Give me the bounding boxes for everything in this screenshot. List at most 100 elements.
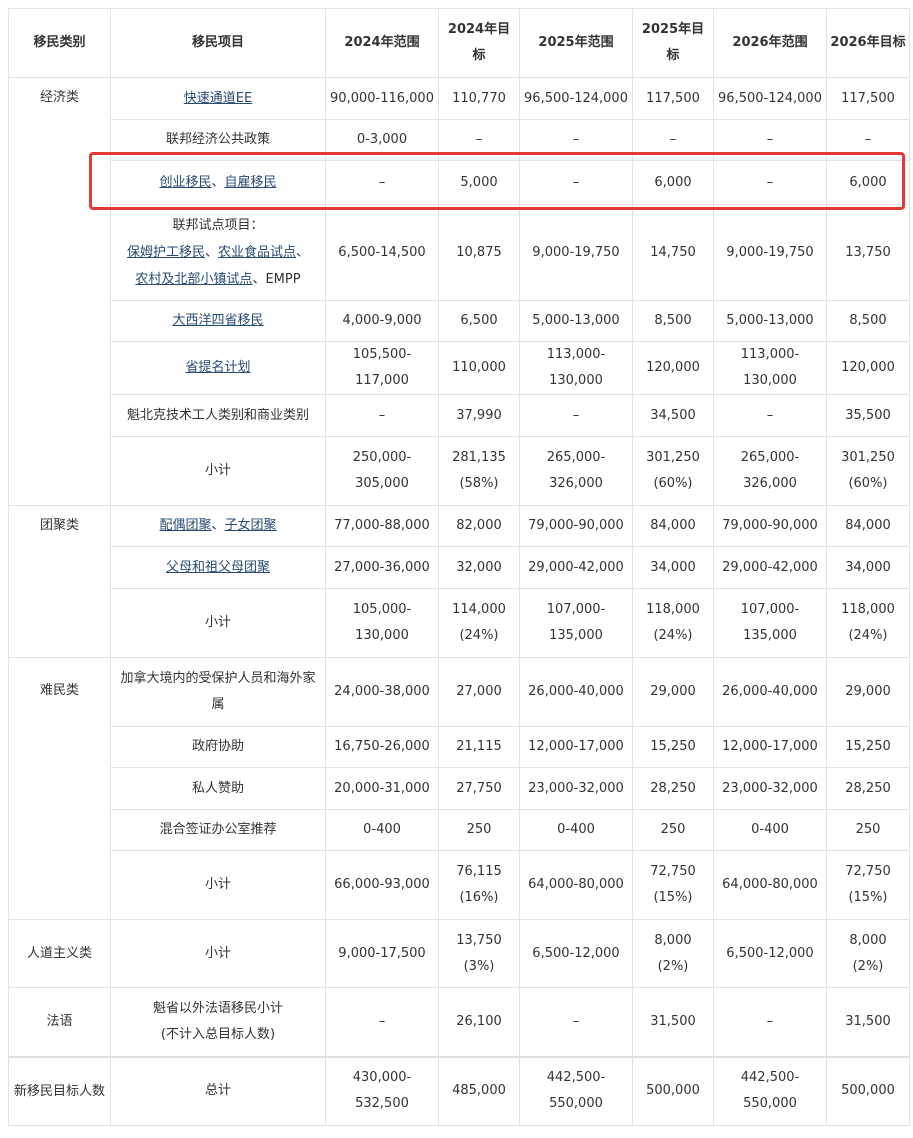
value-line-2: 135,000: [743, 628, 797, 643]
target-2025: 117,500: [632, 77, 714, 120]
value-line-2: 550,000: [743, 1096, 797, 1112]
target-2024: 10,875: [438, 204, 520, 301]
value-line-1: 72,750: [650, 864, 696, 879]
program-cell: 魁省以外法语移民小计 (不计入总目标人数): [110, 987, 326, 1057]
self-employed-link[interactable]: 自雇移民: [225, 175, 277, 190]
range-2025: 12,000-17,000: [519, 726, 633, 768]
range-2024: –: [325, 394, 439, 437]
value-line-2: (24%): [653, 628, 693, 643]
express-entry-link[interactable]: 快速通道EE: [184, 91, 252, 106]
range-2024: –: [325, 160, 439, 205]
subtotal-row: 小计 105,000- 130,000 114,000 (24%) 107,000-…: [9, 588, 910, 658]
atlantic-link[interactable]: 大西洋四省移民: [172, 313, 263, 328]
value-line-1: 442,500-: [546, 1070, 606, 1086]
range-2026: –: [713, 119, 827, 161]
range-2024: 9,000-17,500: [325, 919, 439, 988]
category-label: 经济类: [39, 90, 79, 105]
value-line-1: 107,000-: [546, 602, 606, 617]
table-row: 联邦试点项目： 保姆护工移民、农业食品试点、 农村及北部小镇试点、EMPP 6,…: [9, 204, 910, 301]
header-program: 移民项目: [110, 8, 326, 78]
target-2026: 8,500: [826, 300, 910, 342]
subtotal-label: 小计: [110, 850, 326, 920]
range-2024: 105,500-117,000: [325, 341, 439, 395]
pilots-line-2: 保姆护工移民、农业食品试点、: [114, 239, 322, 266]
target-2024: 76,115 (16%): [438, 850, 520, 920]
pilots-heading: 联邦试点项目：: [172, 218, 264, 233]
startup-visa-link[interactable]: 创业移民: [159, 175, 211, 190]
range-2026: 0-400: [713, 809, 827, 851]
range-2024: 105,000- 130,000: [325, 588, 439, 658]
table-row: 混合签证办公室推荐 0-400 250 0-400 250 0-400 250: [9, 809, 910, 851]
parents-link[interactable]: 父母和祖父母团聚: [166, 560, 270, 575]
target-2024: 13,750 (3%): [438, 919, 520, 988]
range-2024: 0-400: [325, 809, 439, 851]
spouse-link[interactable]: 配偶团聚: [159, 518, 211, 533]
range-2026: 265,000- 326,000: [713, 436, 827, 506]
subtotal-row: 法语 魁省以外法语移民小计 (不计入总目标人数) – 26,100 – 31,50…: [8, 987, 910, 1057]
value-line-2: (2%): [852, 958, 884, 974]
value-line-1: 118,000: [646, 602, 700, 617]
range-2026: –: [713, 987, 827, 1057]
value-line-2: (24%): [848, 628, 888, 643]
target-2025: 8,000 (2%): [632, 919, 714, 988]
category-french: 法语: [8, 987, 111, 1057]
rural-northern-link[interactable]: 农村及北部小镇试点: [135, 272, 252, 287]
target-2024: 21,115: [438, 726, 520, 768]
target-2026: 35,500: [826, 394, 910, 437]
empp-label: EMPP: [265, 272, 301, 287]
range-2025: 113,000-130,000: [519, 341, 633, 395]
target-2025: 14,750: [632, 204, 714, 301]
value-line-2: 130,000: [355, 628, 409, 643]
agri-food-link[interactable]: 农业食品试点: [218, 245, 296, 260]
range-2026: 6,500-12,000: [713, 919, 827, 988]
value-line-1: 265,000-: [740, 450, 800, 465]
value-line-1: 430,000-: [352, 1070, 412, 1086]
program-cell: 省提名计划: [110, 341, 326, 395]
pnp-link[interactable]: 省提名计划: [185, 360, 250, 375]
value-line-1: 250,000-: [352, 450, 412, 465]
range-2024: 6,500-14,500: [325, 204, 439, 301]
children-link[interactable]: 子女团聚: [225, 518, 277, 533]
category-refugee: 难民类: [8, 657, 111, 920]
target-2025: 250: [632, 809, 714, 851]
range-2025: –: [519, 119, 633, 161]
program-cell: 政府协助: [110, 726, 326, 768]
range-2024: 66,000-93,000: [325, 850, 439, 920]
table-row: 魁北克技术工人类别和商业类别 – 37,990 – 34,500 – 35,50…: [9, 394, 910, 437]
range-2024: 16,750-26,000: [325, 726, 439, 768]
value-line-2: (2%): [657, 958, 689, 974]
target-2025: 120,000: [632, 341, 714, 395]
target-2024: 281,135 (58%): [438, 436, 520, 506]
value-line-2: (24%): [459, 628, 499, 643]
range-2026: 442,500- 550,000: [713, 1056, 827, 1126]
subtotal-row: 小计 66,000-93,000 76,115 (16%) 64,000-80,0…: [9, 850, 910, 920]
range-2026: 64,000-80,000: [713, 850, 827, 920]
value-line-2: 326,000: [549, 476, 603, 491]
header-2026-target: 2026年目标: [826, 8, 910, 78]
target-2025: 34,000: [632, 546, 714, 589]
category-total: 新移民目标人数: [8, 1056, 111, 1126]
value-line-1: 301,250: [646, 450, 700, 465]
separator: 、: [204, 245, 218, 260]
table-row: 联邦经济公共政策 0-3,000 – – – – –: [9, 119, 910, 161]
range-2025: 6,500-12,000: [519, 919, 633, 988]
range-2025: 265,000- 326,000: [519, 436, 633, 506]
table-row: 政府协助 16,750-26,000 21,115 12,000-17,000 …: [9, 726, 910, 768]
range-2024: 77,000-88,000: [325, 505, 439, 547]
program-cell: 配偶团聚、子女团聚: [110, 505, 326, 547]
program-cell: 创业移民、自雇移民: [110, 160, 326, 205]
target-2026: 28,250: [826, 767, 910, 810]
range-2025: 442,500- 550,000: [519, 1056, 633, 1126]
target-2026: 250: [826, 809, 910, 851]
caregiver-link[interactable]: 保姆护工移民: [127, 245, 205, 260]
subtotal-row: 人道主义类 小计 9,000-17,500 13,750 (3%) 6,500-1…: [8, 919, 910, 988]
range-2025: 9,000-19,750: [519, 204, 633, 301]
range-2025: 5,000-13,000: [519, 300, 633, 342]
separator: 、: [252, 272, 266, 287]
separator: 、: [211, 518, 225, 533]
target-2026: 120,000: [826, 341, 910, 395]
range-2026: 12,000-17,000: [713, 726, 827, 768]
table-row: 大西洋四省移民 4,000-9,000 6,500 5,000-13,000 8…: [9, 300, 910, 342]
table-row: 团聚类 配偶团聚、子女团聚 77,000-88,000 82,000 79,00…: [8, 505, 910, 658]
program-cell: 魁北克技术工人类别和商业类别: [110, 394, 326, 437]
